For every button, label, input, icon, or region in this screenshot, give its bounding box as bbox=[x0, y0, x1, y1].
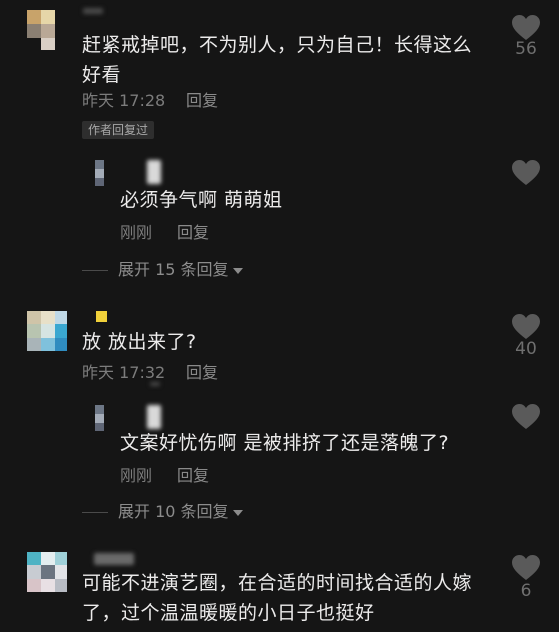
reply-time: 刚刚 bbox=[120, 223, 153, 242]
avatar[interactable] bbox=[27, 10, 67, 50]
avatar[interactable] bbox=[95, 160, 113, 186]
username-blurred[interactable] bbox=[147, 160, 161, 184]
comment-list: 赶紧戒掉吧，不为别人，只为自己！长得这么 好看 昨天 17:28 回复 作者回复… bbox=[0, 0, 559, 632]
avatar[interactable] bbox=[27, 552, 67, 592]
comment-text: 赶紧戒掉吧，不为别人，只为自己！长得这么 好看 bbox=[82, 34, 473, 86]
avatar[interactable] bbox=[27, 311, 67, 351]
like-button[interactable] bbox=[511, 313, 541, 340]
username-blurred[interactable] bbox=[147, 405, 161, 429]
avatar[interactable] bbox=[95, 405, 113, 431]
comment-text: 放 放出来了? bbox=[82, 331, 197, 353]
reply-button[interactable]: 回复 bbox=[177, 465, 209, 487]
like-count: 6 bbox=[520, 581, 532, 601]
divider bbox=[82, 512, 108, 513]
heart-icon bbox=[512, 15, 540, 40]
username-blurred[interactable] bbox=[94, 553, 134, 565]
comment-text: 可能不进演艺圈，在合适的时间找合适的人嫁 了，过个温温暖暖的小日子也挺好 bbox=[82, 572, 473, 624]
reply-time: 刚刚 bbox=[120, 466, 153, 485]
expand-replies-button[interactable]: 展开 10 条回复 bbox=[118, 501, 243, 523]
username-blurred[interactable] bbox=[83, 8, 103, 14]
reply-text: 必须争气啊 萌萌姐 bbox=[120, 189, 283, 211]
reply-button[interactable]: 回复 bbox=[186, 90, 218, 112]
chevron-down-icon bbox=[232, 509, 243, 516]
comment-time: 昨天 17:32 bbox=[82, 363, 166, 382]
reply-button[interactable]: 回复 bbox=[177, 222, 209, 244]
like-count: 56 bbox=[515, 39, 537, 59]
chevron-down-icon bbox=[232, 267, 243, 274]
username-blurred[interactable] bbox=[96, 311, 107, 322]
like-button[interactable] bbox=[511, 554, 541, 581]
like-button[interactable] bbox=[511, 159, 541, 186]
divider bbox=[82, 270, 108, 271]
heart-icon bbox=[512, 160, 540, 185]
reply-text: 文案好忧伤啊 是被排挤了还是落魄了? bbox=[120, 432, 450, 454]
username-blurred[interactable] bbox=[150, 382, 160, 386]
heart-icon bbox=[512, 314, 540, 339]
like-button[interactable] bbox=[511, 403, 541, 430]
comment-time: 昨天 17:28 bbox=[82, 91, 166, 110]
heart-icon bbox=[512, 555, 540, 580]
author-replied-tag: 作者回复过 bbox=[82, 121, 155, 139]
reply-button[interactable]: 回复 bbox=[186, 362, 218, 384]
expand-replies-button[interactable]: 展开 15 条回复 bbox=[118, 259, 243, 281]
like-button[interactable] bbox=[511, 14, 541, 41]
heart-icon bbox=[512, 404, 540, 429]
like-count: 40 bbox=[515, 339, 537, 359]
